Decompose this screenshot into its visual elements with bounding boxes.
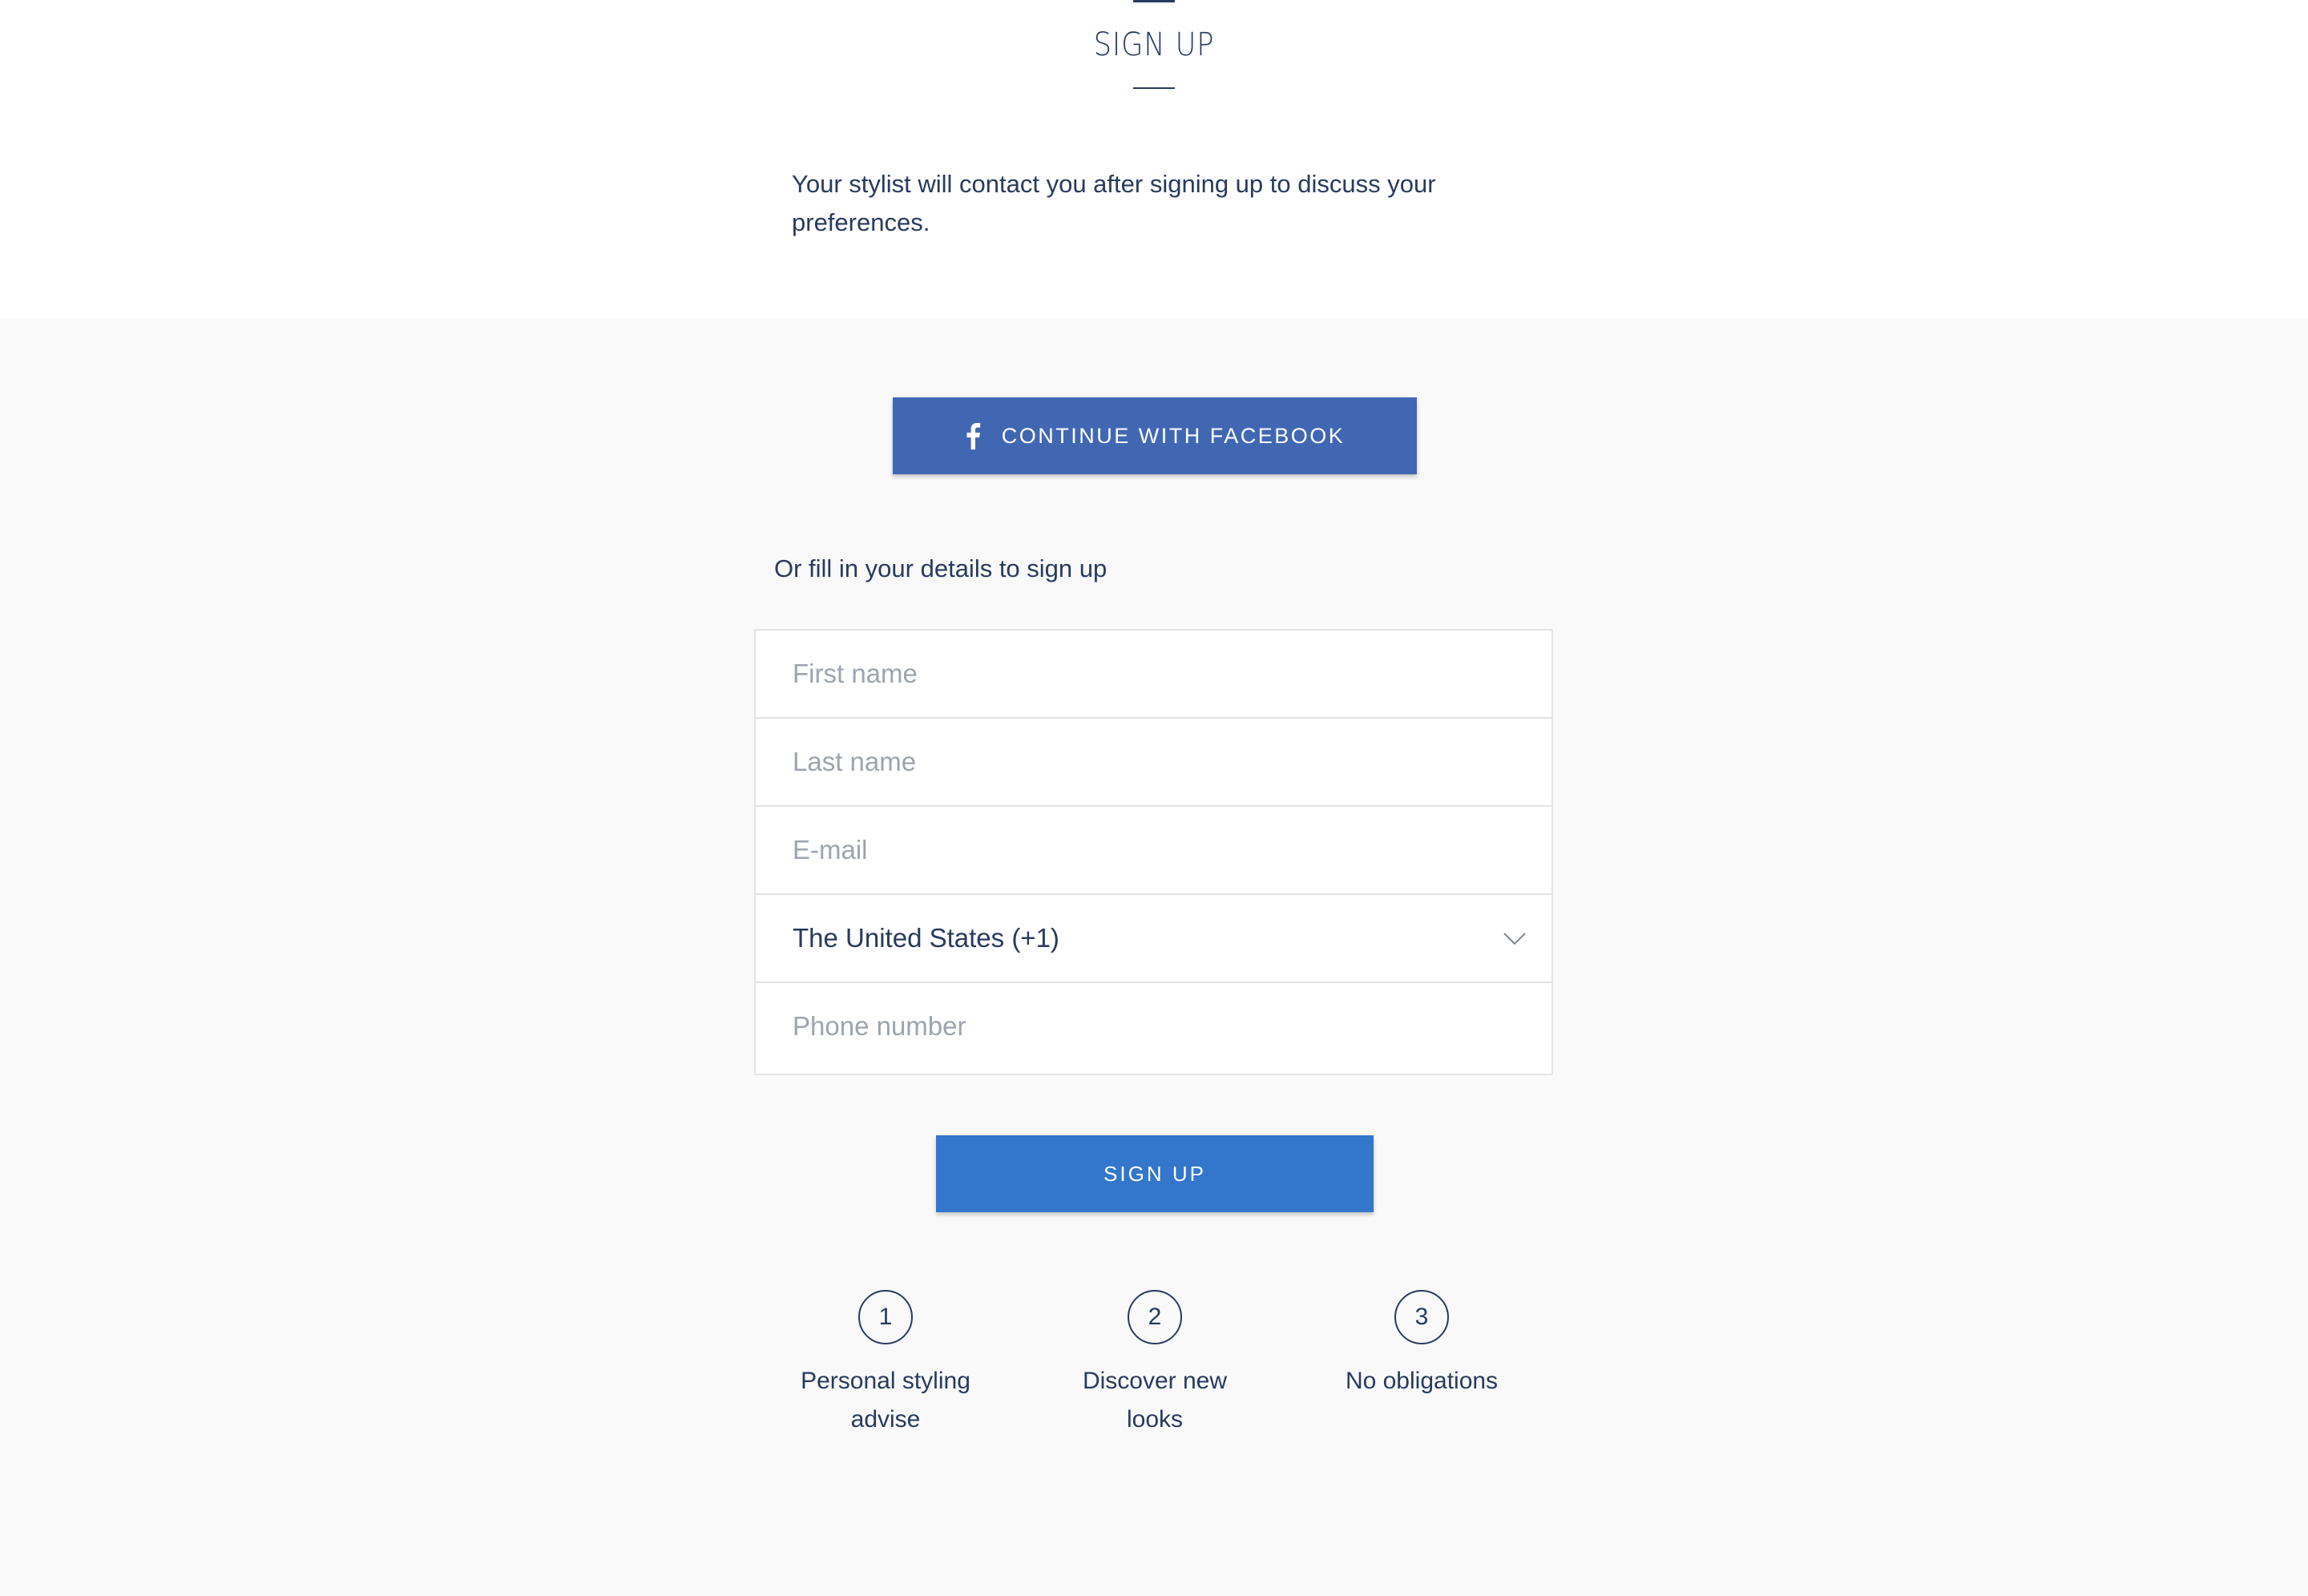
- header-section: SIGN UP Your stylist will contact you af…: [0, 0, 2308, 319]
- step-number-circle: 2: [1128, 1290, 1182, 1344]
- step-item: 2 Discover new looks: [1051, 1290, 1259, 1439]
- top-divider: [1133, 0, 1175, 2]
- step-label: No obligations: [1345, 1368, 1499, 1394]
- first-name-input[interactable]: [793, 631, 1498, 717]
- first-name-row: [756, 631, 1551, 719]
- title-divider: [1133, 87, 1175, 89]
- signup-form: The United States (+1): [754, 629, 1553, 1075]
- continue-with-facebook-button[interactable]: CONTINUE WITH FACEBOOK: [893, 397, 1417, 474]
- step-item: 1 Personal styling advise: [781, 1290, 990, 1439]
- step-label: Personal styling advise: [801, 1368, 970, 1433]
- facebook-icon: [965, 422, 981, 449]
- country-select-value: The United States (+1): [793, 923, 1059, 953]
- chevron-down-icon: [1502, 925, 1527, 951]
- facebook-button-label: CONTINUE WITH FACEBOOK: [1001, 423, 1346, 448]
- email-input[interactable]: [793, 807, 1498, 893]
- country-select[interactable]: The United States (+1): [756, 895, 1551, 983]
- step-item: 3 No obligations: [1317, 1290, 1526, 1401]
- last-name-input[interactable]: [793, 719, 1498, 805]
- email-row: [756, 807, 1551, 895]
- sign-up-button-label: SIGN UP: [1104, 1161, 1206, 1186]
- phone-number-input[interactable]: [793, 983, 1498, 1070]
- phone-row: [756, 983, 1551, 1071]
- last-name-row: [756, 719, 1551, 807]
- step-label: Discover new looks: [1082, 1368, 1228, 1433]
- page-title: SIGN UP: [1093, 26, 1215, 63]
- intro-text: Your stylist will contact you after sign…: [792, 170, 1436, 236]
- step-number-circle: 3: [1394, 1290, 1449, 1344]
- step-number-circle: 1: [858, 1290, 913, 1344]
- sign-up-button[interactable]: SIGN UP: [936, 1135, 1374, 1212]
- form-prompt: Or fill in your details to sign up: [774, 554, 1108, 582]
